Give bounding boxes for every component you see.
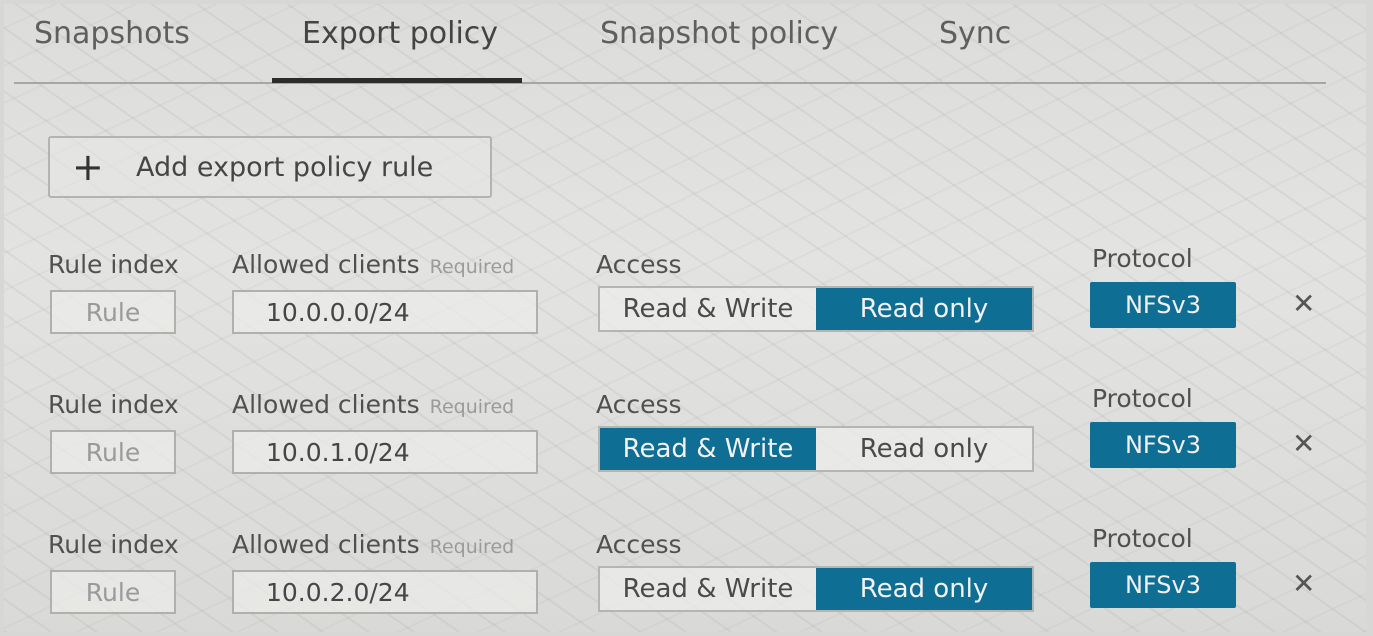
access-read-only-option[interactable]: Read only (816, 288, 1032, 330)
access-toggle: Read & Write Read only (598, 566, 1034, 612)
tab-snapshot-policy[interactable]: Snapshot policy (600, 16, 838, 51)
add-export-policy-rule-button[interactable]: + Add export policy rule (48, 136, 492, 198)
access-read-write-option[interactable]: Read & Write (600, 428, 816, 470)
rule-index-label: Rule index (48, 390, 179, 419)
rule-row: Rule index Rule Allowed clients Required … (4, 382, 1366, 492)
allowed-clients-input[interactable]: 10.0.1.0/24 (232, 430, 538, 474)
tab-bar: Snapshots Export policy Snapshot policy … (14, 4, 1326, 84)
allowed-clients-label: Allowed clients Required (232, 530, 514, 559)
allowed-clients-text: Allowed clients (232, 390, 420, 419)
allowed-clients-input[interactable]: 10.0.2.0/24 (232, 570, 538, 614)
required-hint: Required (429, 396, 515, 418)
rule-row: Rule index Rule Allowed clients Required … (4, 522, 1366, 632)
rule-index-label: Rule index (48, 530, 179, 559)
access-toggle: Read & Write Read only (598, 426, 1034, 472)
allowed-clients-text: Allowed clients (232, 530, 420, 559)
required-hint: Required (429, 536, 515, 558)
protocol-nfsv3-button[interactable]: NFSv3 (1090, 562, 1236, 608)
rule-index-label: Rule index (48, 250, 179, 279)
rule-row: Rule index Rule Allowed clients Required … (4, 242, 1366, 352)
access-label: Access (596, 530, 682, 559)
tab-snapshots[interactable]: Snapshots (34, 16, 190, 51)
access-read-write-option[interactable]: Read & Write (600, 568, 816, 610)
allowed-clients-input[interactable]: 10.0.0.0/24 (232, 290, 538, 334)
protocol-label: Protocol (1092, 384, 1193, 413)
access-read-only-option[interactable]: Read only (816, 568, 1032, 610)
access-label: Access (596, 390, 682, 419)
access-toggle: Read & Write Read only (598, 286, 1034, 332)
access-label: Access (596, 250, 682, 279)
rule-index-input[interactable]: Rule (50, 430, 176, 474)
remove-rule-icon[interactable]: ✕ (1292, 430, 1315, 458)
add-rule-label: Add export policy rule (136, 151, 434, 183)
protocol-label: Protocol (1092, 244, 1193, 273)
remove-rule-icon[interactable]: ✕ (1292, 290, 1315, 318)
tab-export-policy[interactable]: Export policy (302, 16, 498, 51)
plus-icon: + (72, 145, 104, 189)
rule-index-input[interactable]: Rule (50, 290, 176, 334)
allowed-clients-label: Allowed clients Required (232, 250, 514, 279)
required-hint: Required (429, 256, 515, 278)
protocol-nfsv3-button[interactable]: NFSv3 (1090, 282, 1236, 328)
active-tab-indicator (272, 78, 522, 83)
access-read-write-option[interactable]: Read & Write (600, 288, 816, 330)
protocol-nfsv3-button[interactable]: NFSv3 (1090, 422, 1236, 468)
allowed-clients-text: Allowed clients (232, 250, 420, 279)
protocol-label: Protocol (1092, 524, 1193, 553)
export-policy-panel: Snapshots Export policy Snapshot policy … (4, 4, 1366, 632)
access-read-only-option[interactable]: Read only (816, 428, 1032, 470)
allowed-clients-label: Allowed clients Required (232, 390, 514, 419)
rule-index-input[interactable]: Rule (50, 570, 176, 614)
tab-sync[interactable]: Sync (939, 16, 1011, 51)
remove-rule-icon[interactable]: ✕ (1292, 570, 1315, 598)
